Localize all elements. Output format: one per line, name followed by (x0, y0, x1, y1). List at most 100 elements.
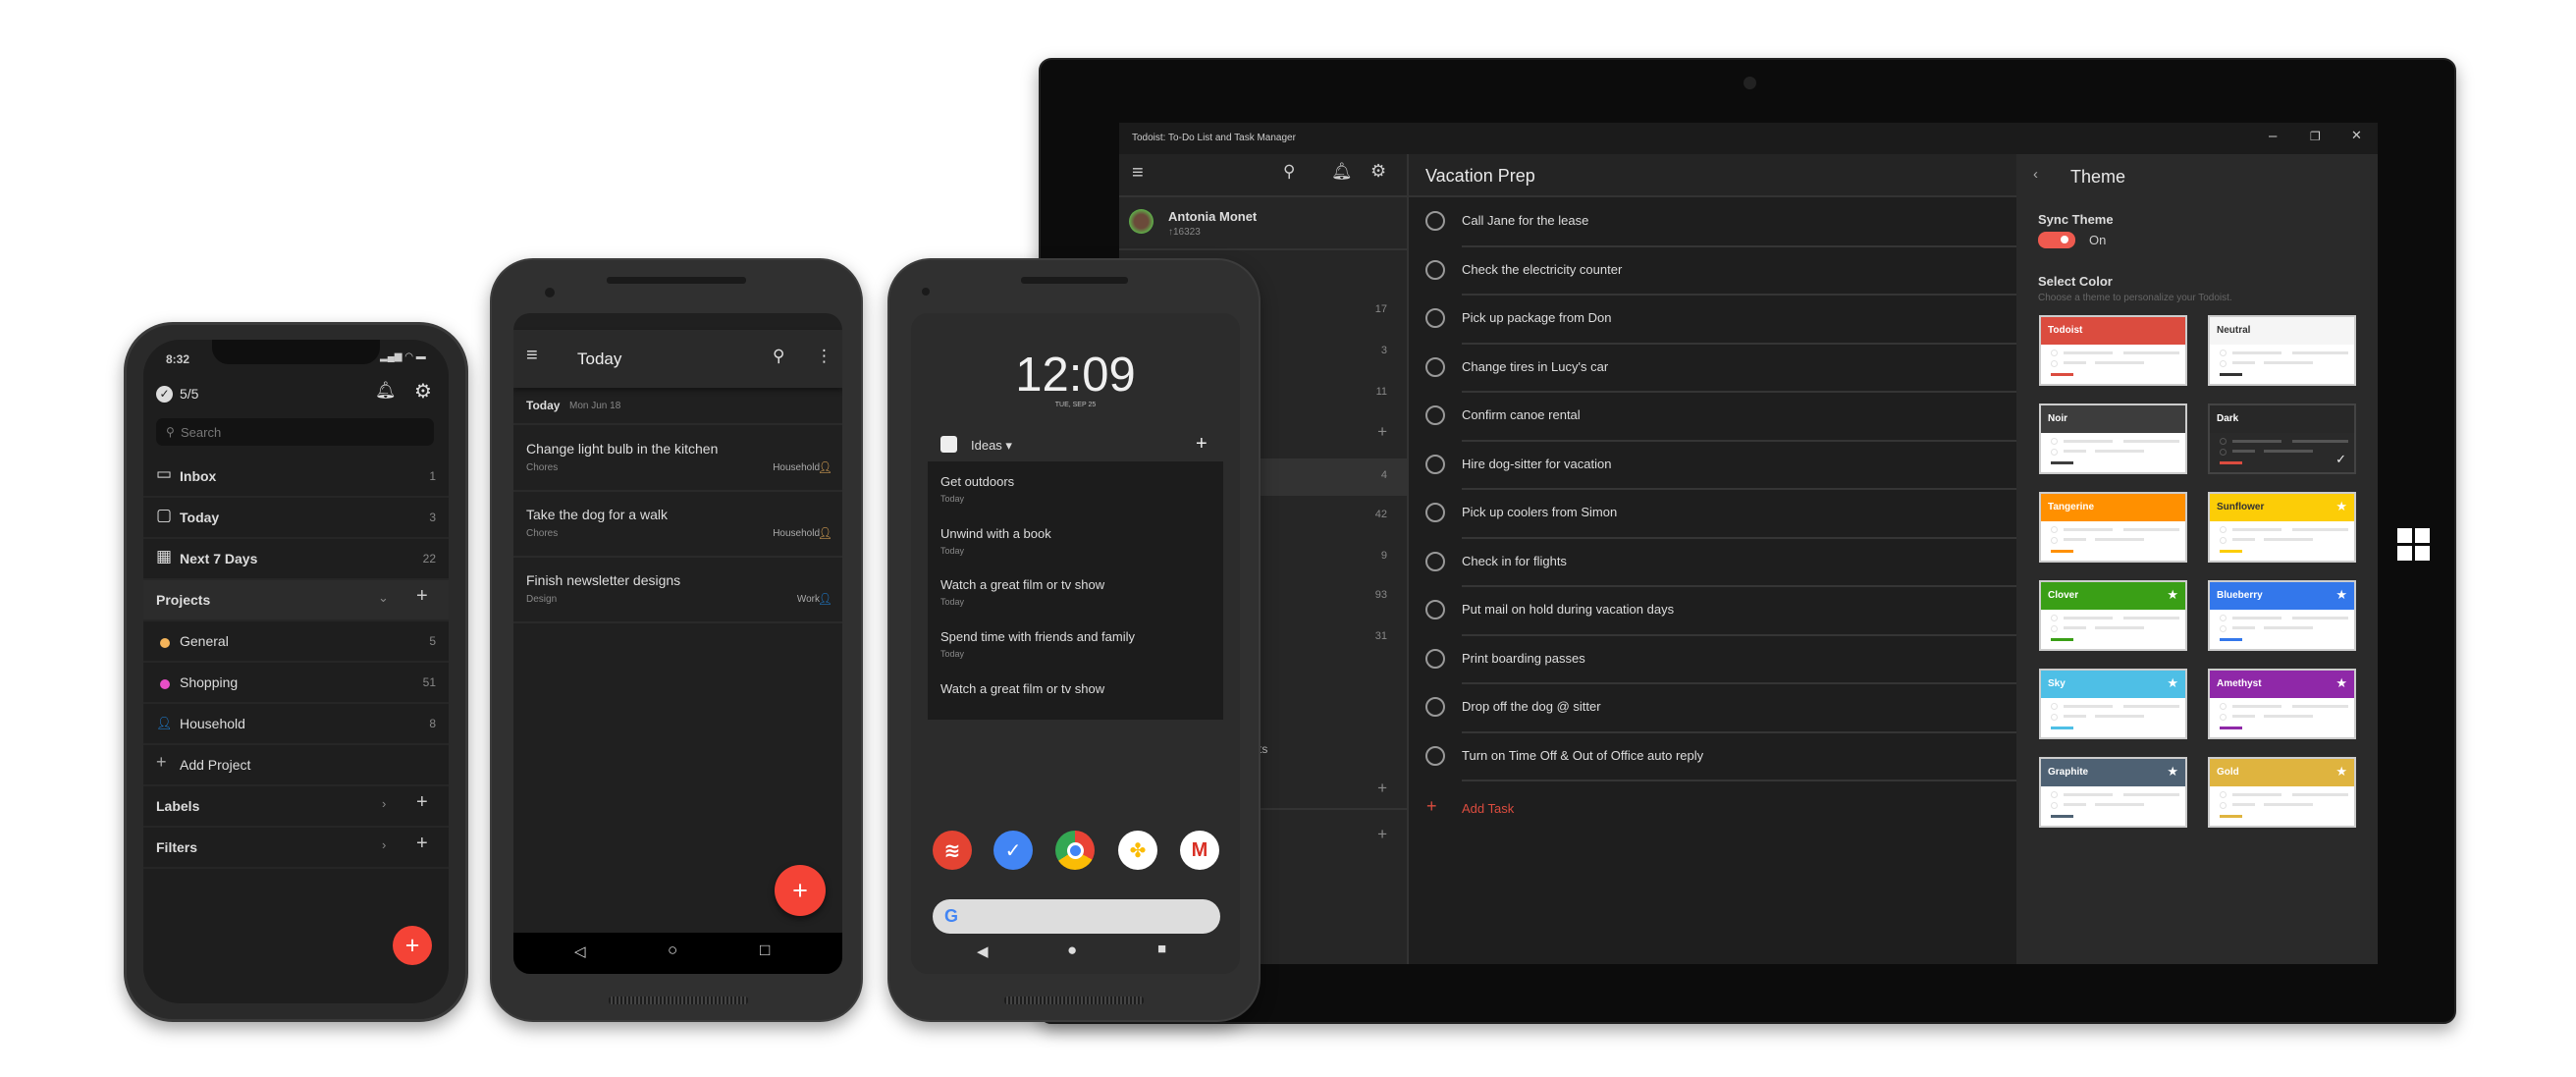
add-project-plus-icon[interactable]: + (416, 585, 428, 608)
chevron-down-icon[interactable]: ⌄ (378, 590, 389, 606)
add-project-button[interactable]: + Add Project (143, 745, 449, 786)
widget-task-item[interactable]: Watch a great film or tv show Today (940, 577, 1220, 607)
task-checkbox[interactable] (1425, 308, 1445, 328)
chevron-right-icon[interactable]: › (382, 837, 386, 852)
sidebar-count[interactable]: 4 (1381, 469, 1387, 481)
recents-nav-icon[interactable]: □ (760, 941, 770, 960)
gear-icon[interactable]: ⚙ (1370, 161, 1386, 182)
nav-item-next-7-days[interactable]: ▦ Next 7 Days 22 (143, 539, 449, 580)
chevron-right-icon[interactable]: › (382, 796, 386, 811)
hamburger-menu-icon[interactable]: ≡ (1132, 162, 1144, 185)
add-task-fab[interactable]: + (775, 865, 826, 916)
theme-card-sky[interactable]: Sky ★ (2039, 669, 2187, 739)
task-item[interactable]: Drop off the dog @ sitter (1409, 684, 2018, 733)
widget-task-item[interactable]: Unwind with a book Today (940, 526, 1220, 556)
sidebar-count[interactable]: 3 (1381, 345, 1387, 356)
add-task-button[interactable]: + Add Task (1409, 793, 1738, 826)
task-checkbox[interactable] (1425, 405, 1445, 425)
task-item[interactable]: Check the electricity counter (1409, 247, 2018, 296)
hamburger-menu-icon[interactable]: ≡ (526, 345, 538, 367)
task-item[interactable]: Call Jane for the lease (1409, 198, 2018, 247)
task-item[interactable]: Finish newsletter designs Design Work 👤︎ (513, 558, 842, 623)
sidebar-count[interactable]: 93 (1375, 589, 1387, 601)
sidebar-count[interactable]: 42 (1375, 509, 1387, 520)
search-icon[interactable]: ⚲ (773, 347, 784, 366)
theme-card-gold[interactable]: Gold ★ (2208, 757, 2356, 828)
task-checkbox[interactable] (1425, 648, 1445, 669)
widget-task-item[interactable]: Spend time with friends and family Today (940, 629, 1220, 659)
labels-header[interactable]: Labels › + (143, 786, 449, 828)
theme-card-neutral[interactable]: Neutral (2208, 315, 2356, 386)
sync-theme-toggle[interactable] (2038, 232, 2075, 248)
task-checkbox[interactable] (1425, 454, 1445, 474)
add-labels-plus-icon[interactable]: + (416, 791, 428, 814)
theme-card-graphite[interactable]: Graphite ★ (2039, 757, 2187, 828)
back-nav-icon[interactable]: ◀ (977, 942, 989, 960)
theme-card-todoist[interactable]: Todoist (2039, 315, 2187, 386)
widget-header[interactable]: Ideas ▾ + (928, 433, 1223, 459)
task-checkbox[interactable] (1425, 259, 1445, 280)
close-icon[interactable]: ✕ (2351, 128, 2362, 143)
task-checkbox[interactable] (1425, 697, 1445, 717)
task-item[interactable]: Print boarding passes (1409, 636, 2018, 684)
inbox-app-icon[interactable]: ✓ (993, 831, 1033, 870)
add-task-button[interactable]: + (1196, 433, 1208, 456)
theme-card-amethyst[interactable]: Amethyst ★ (2208, 669, 2356, 739)
task-item[interactable]: Pick up coolers from Simon (1409, 490, 2018, 539)
google-search-bar[interactable]: G (933, 899, 1220, 934)
minimize-icon[interactable]: – (2269, 128, 2277, 144)
widget-project-select[interactable]: Ideas ▾ (971, 438, 1012, 454)
widget-task-item[interactable]: Watch a great film or tv show (940, 681, 1220, 696)
add-filters-plus-icon[interactable]: + (416, 833, 428, 855)
search-input[interactable]: ⚲ Search (156, 418, 434, 446)
back-icon[interactable]: ‹ (2033, 166, 2038, 183)
task-checkbox[interactable] (1425, 600, 1445, 619)
add-project-button[interactable]: + (1377, 779, 1387, 798)
search-icon[interactable]: ⚲ (1283, 162, 1295, 182)
photos-app-icon[interactable]: ✤ (1118, 831, 1157, 870)
task-item[interactable]: Change tires in Lucy's car (1409, 345, 2018, 393)
home-nav-icon[interactable]: ○ (668, 941, 677, 960)
theme-card-blueberry[interactable]: Blueberry ★ (2208, 580, 2356, 651)
task-checkbox[interactable] (1425, 503, 1445, 522)
task-item[interactable]: Turn on Time Off & Out of Office auto re… (1409, 733, 2018, 781)
projects-header[interactable]: Projects ⌄ + (143, 580, 449, 621)
chrome-app-icon[interactable] (1055, 831, 1095, 870)
task-item[interactable]: Confirm canoe rental (1409, 393, 2018, 442)
task-item[interactable]: Check in for flights (1409, 539, 2018, 587)
gmail-app-icon[interactable]: M (1180, 831, 1219, 870)
restore-icon[interactable]: ❐ (2310, 130, 2321, 143)
gear-icon[interactable]: ⚙ (414, 379, 432, 404)
add-filter-button[interactable]: + (1377, 422, 1387, 442)
task-checkbox[interactable] (1425, 745, 1445, 766)
project-item[interactable]: Shopping 51 (143, 663, 449, 704)
theme-card-dark[interactable]: Dark ✓ (2208, 404, 2356, 474)
sidebar-count[interactable]: 11 (1376, 386, 1387, 398)
widget-task-item[interactable]: Get outdoors Today (940, 474, 1220, 504)
theme-card-tangerine[interactable]: Tangerine (2039, 492, 2187, 563)
user-profile[interactable]: Antonia Monet ↑16323 (1119, 197, 1407, 250)
filters-header[interactable]: Filters › + (143, 828, 449, 869)
bell-icon[interactable]: 🔔︎ (1331, 162, 1353, 182)
task-checkbox[interactable] (1425, 211, 1445, 231)
task-item[interactable]: Pick up package from Don (1409, 296, 2018, 345)
nav-item-inbox[interactable]: ▭ Inbox 1 (143, 457, 449, 498)
theme-card-noir[interactable]: Noir (2039, 404, 2187, 474)
add-task-fab[interactable]: + (393, 926, 432, 965)
project-item[interactable]: 👤︎ Household 8 (143, 704, 449, 745)
back-nav-icon[interactable]: ◁ (574, 942, 586, 960)
theme-card-clover[interactable]: Clover ★ (2039, 580, 2187, 651)
sidebar-count[interactable]: 9 (1381, 550, 1387, 562)
recents-nav-icon[interactable]: ■ (1157, 941, 1166, 957)
home-nav-icon[interactable]: ● (1067, 941, 1077, 960)
bell-icon[interactable]: 🔔︎ (375, 381, 397, 401)
nav-item-today[interactable]: ▢ Today 3 (143, 498, 449, 539)
sidebar-count[interactable]: 17 (1375, 303, 1387, 315)
todoist-app-icon[interactable]: ≋ (933, 831, 972, 870)
task-item[interactable]: Hire dog-sitter for vacation (1409, 442, 2018, 490)
task-checkbox[interactable] (1425, 551, 1445, 571)
project-item[interactable]: General 5 (143, 621, 449, 663)
add-label-button[interactable]: + (1377, 825, 1387, 844)
task-item[interactable]: Put mail on hold during vacation days (1409, 587, 2018, 636)
task-checkbox[interactable] (1425, 356, 1445, 377)
